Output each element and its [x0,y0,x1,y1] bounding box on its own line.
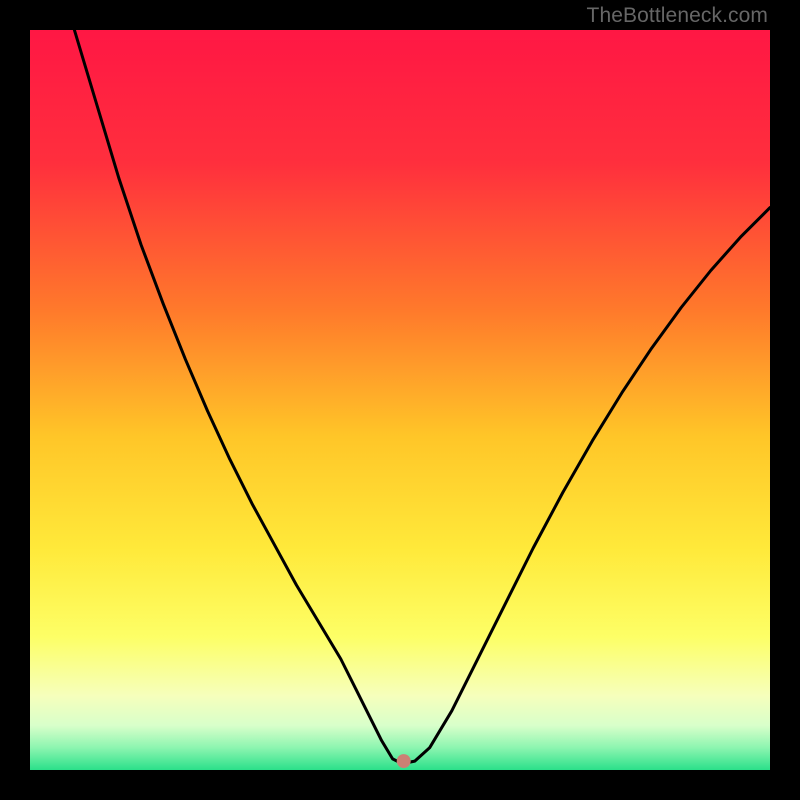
bottleneck-curve [30,30,770,770]
plot-area [30,30,770,770]
chart-frame: TheBottleneck.com [0,0,800,800]
watermark-text: TheBottleneck.com [587,4,768,28]
